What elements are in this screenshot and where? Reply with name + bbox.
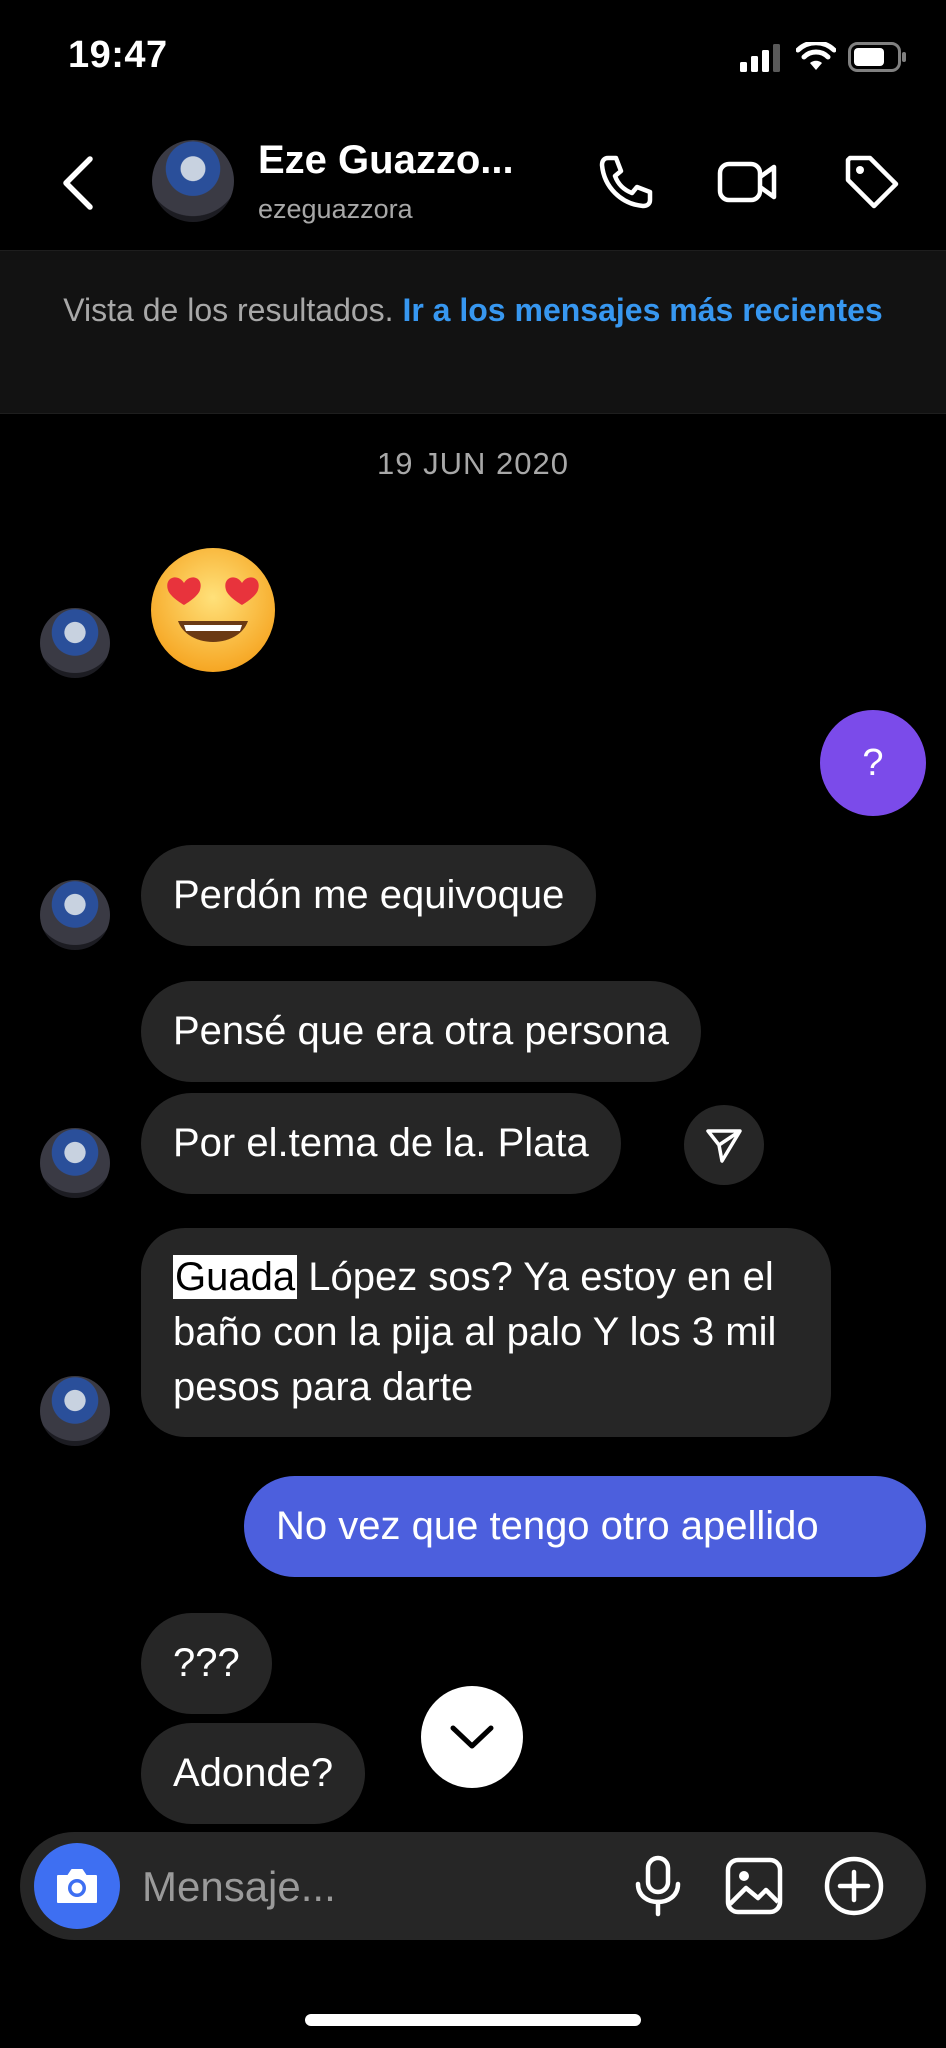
add-icon[interactable] xyxy=(820,1852,888,1920)
share-message-button[interactable] xyxy=(684,1105,764,1185)
message-bubble-sent[interactable]: ? xyxy=(820,710,926,816)
camera-icon xyxy=(57,1869,97,1903)
tag-icon[interactable] xyxy=(840,150,904,214)
microphone-icon[interactable] xyxy=(624,1852,692,1920)
message-input[interactable] xyxy=(140,1856,584,1918)
avatar[interactable] xyxy=(40,608,110,678)
message-bubble-received[interactable]: ??? xyxy=(141,1613,272,1714)
contact-username[interactable]: ezeguazzora xyxy=(258,194,413,225)
gallery-icon[interactable] xyxy=(720,1852,788,1920)
contact-name[interactable]: Eze Guazzo... xyxy=(258,138,514,183)
home-indicator[interactable] xyxy=(305,2014,641,2026)
back-chevron-icon[interactable] xyxy=(58,155,98,211)
video-icon[interactable] xyxy=(716,150,780,214)
banner-text: Vista de los resultados. xyxy=(63,292,394,328)
avatar[interactable] xyxy=(40,1376,110,1446)
avatar[interactable] xyxy=(40,880,110,950)
phone-icon[interactable] xyxy=(594,150,658,214)
wifi-icon xyxy=(796,42,836,70)
chevron-down-icon xyxy=(450,1725,494,1749)
message-bubble-received[interactable]: Por el.tema de la. Plata xyxy=(141,1093,621,1194)
status-time: 19:47 xyxy=(68,34,168,76)
signal-icon xyxy=(740,44,780,72)
scroll-to-bottom-button[interactable] xyxy=(421,1686,523,1788)
message-bubble-sent[interactable]: No vez que tengo otro apellido xyxy=(244,1476,926,1577)
search-results-banner: Vista de los resultados. Ir a los mensaj… xyxy=(0,250,946,414)
heart-eyes-emoji-icon[interactable] xyxy=(148,545,278,675)
camera-button[interactable] xyxy=(34,1843,120,1929)
avatar[interactable] xyxy=(152,140,234,222)
message-bubble-received[interactable]: Pensé que era otra persona xyxy=(141,981,701,1082)
message-bubble-received[interactable]: Perdón me equivoque xyxy=(141,845,597,946)
avatar[interactable] xyxy=(40,1128,110,1198)
search-highlight: Guada xyxy=(173,1255,298,1299)
message-bubble-received[interactable]: Adonde? xyxy=(141,1723,366,1824)
date-divider: 19 JUN 2020 xyxy=(377,446,569,481)
battery-icon xyxy=(848,42,906,72)
recent-messages-link[interactable]: Ir a los mensajes más recientes xyxy=(402,292,882,328)
message-bubble-received[interactable]: Guada López sos? Ya estoy en el baño con… xyxy=(141,1228,831,1437)
send-icon xyxy=(706,1129,742,1163)
